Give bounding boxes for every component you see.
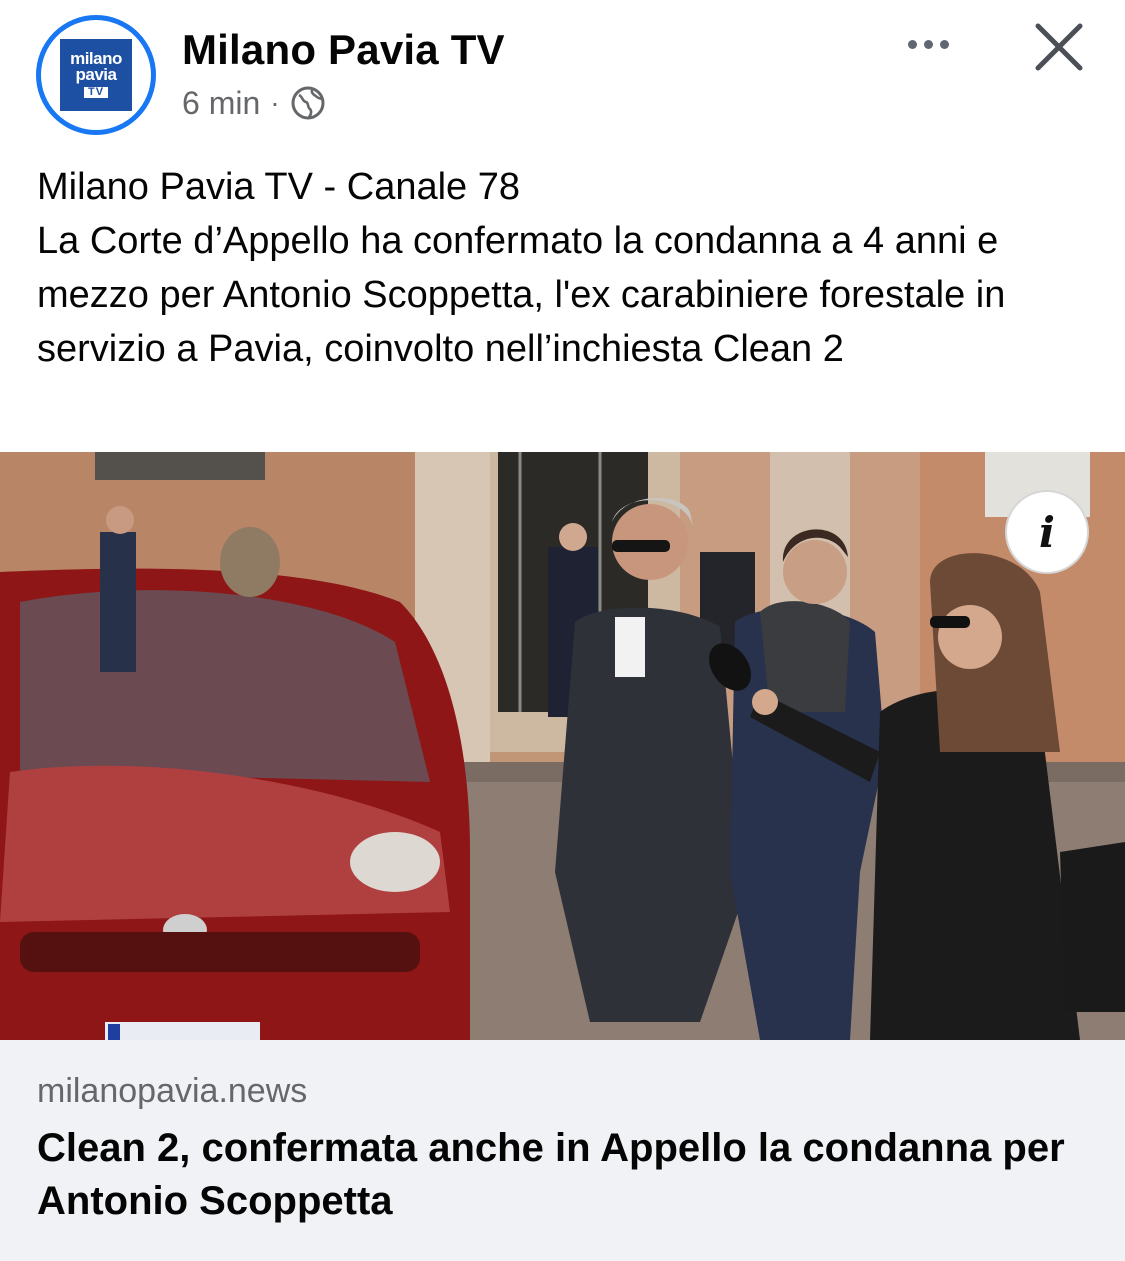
- globe-icon[interactable]: [290, 85, 326, 121]
- link-preview[interactable]: milanopavia.news Clean 2, confermata anc…: [0, 1040, 1125, 1261]
- more-dot: [923, 39, 933, 49]
- avatar[interactable]: milano pavia TV: [36, 15, 156, 135]
- post-meta: 6 min ·: [182, 82, 326, 124]
- link-title[interactable]: Clean 2, confermata anche in Appello la …: [37, 1122, 1077, 1228]
- page-logo: milano pavia TV: [60, 39, 132, 111]
- logo-line-2: pavia: [75, 65, 117, 85]
- caption-body: La Corte d’Appello ha confermato la cond…: [37, 220, 1006, 370]
- logo-line-3: TV: [82, 86, 110, 99]
- caption-heading: Milano Pavia TV - Canale 78: [37, 166, 520, 208]
- more-dot: [907, 39, 917, 49]
- meta-separator: ·: [270, 87, 280, 118]
- more-dot: [939, 39, 949, 49]
- facebook-post: milano pavia TV Milano Pavia TV 6 min ·: [0, 0, 1125, 1261]
- post-caption: Milano Pavia TV - Canale 78 La Corte d’A…: [37, 160, 1097, 376]
- post-timestamp[interactable]: 6 min: [182, 85, 260, 122]
- page-name-link[interactable]: Milano Pavia TV: [182, 26, 505, 74]
- info-button[interactable]: i: [1005, 490, 1089, 574]
- post-photo[interactable]: [0, 452, 1125, 1040]
- more-icon[interactable]: [898, 22, 958, 66]
- close-icon[interactable]: [1030, 18, 1088, 76]
- post-header: milano pavia TV Milano Pavia TV 6 min ·: [0, 0, 1125, 150]
- photo-illustration: [0, 452, 1125, 1040]
- link-domain: milanopavia.news: [37, 1072, 308, 1110]
